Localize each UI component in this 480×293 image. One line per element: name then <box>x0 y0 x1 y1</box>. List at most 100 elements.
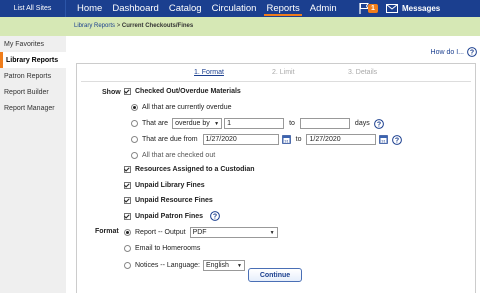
help-icon: ? <box>467 47 477 57</box>
notices-option[interactable]: Notices -- Language: English ▼ <box>124 260 245 271</box>
custodian-option[interactable]: Resources Assigned to a Custodian <box>124 166 255 173</box>
calendar-icon[interactable]: 31 <box>281 135 291 144</box>
how-do-i-link[interactable]: How do I... ? <box>431 47 477 57</box>
patron-fines-checkbox[interactable] <box>124 212 131 220</box>
sidebar-item-report-manager[interactable]: Report Manager <box>0 100 66 116</box>
custodian-label: Resources Assigned to a Custodian <box>135 166 255 173</box>
output-format-value: PDF <box>192 229 207 236</box>
language-select[interactable]: English ▼ <box>202 260 245 271</box>
overdue-all-option[interactable]: All that are currently overdue <box>131 104 232 111</box>
continue-button[interactable]: Continue <box>248 268 302 282</box>
all-checked-out-label: All that are checked out <box>142 152 216 159</box>
due-range-radio[interactable] <box>131 136 138 143</box>
sidebar-item-library-reports[interactable]: Library Reports <box>0 52 66 68</box>
dropdown-arrow-icon: ▼ <box>214 120 220 127</box>
nav-admin[interactable]: Admin <box>310 0 337 17</box>
overdue-from-input[interactable]: 1 <box>224 118 285 129</box>
checked-out-label: Checked Out/Overdue Materials <box>135 88 241 95</box>
breadcrumb-library-reports[interactable]: Library Reports <box>74 23 115 29</box>
nav-reports[interactable]: Reports <box>264 0 303 17</box>
list-all-sites-button[interactable]: List All Sites <box>0 0 66 17</box>
notifications[interactable]: 1 <box>358 2 378 14</box>
nav-home[interactable]: Home <box>77 0 102 17</box>
output-format-select[interactable]: PDF ▼ <box>189 227 278 238</box>
help-icon[interactable]: ? <box>210 211 220 221</box>
messages-link[interactable]: Messages <box>386 2 440 15</box>
wizard-steps: 1. Format 2. Limit 3. Details <box>77 69 475 81</box>
overdue-range-option[interactable]: That are overdue by ▼ 1 to days ? <box>131 118 384 129</box>
messages-label: Messages <box>402 4 441 13</box>
checked-out-checkbox[interactable] <box>124 88 131 95</box>
sidebar-item-patron-reports[interactable]: Patron Reports <box>0 68 66 84</box>
dropdown-arrow-icon: ▼ <box>237 262 242 269</box>
custodian-checkbox[interactable] <box>124 166 131 173</box>
email-homerooms-option[interactable]: Email to Homerooms <box>124 245 200 252</box>
sidebar: My Favorites Library Reports Patron Repo… <box>0 36 66 293</box>
report-options-panel: 1. Format 2. Limit 3. Details Show Check… <box>76 63 476 293</box>
help-icon[interactable]: ? <box>392 134 403 145</box>
svg-text:?: ? <box>213 213 217 220</box>
report-output-label: Report -- Output <box>135 229 186 236</box>
main-content: How do I... ? 1. Format 2. Limit 3. Deta… <box>66 36 480 293</box>
breadcrumb-separator: > <box>116 23 121 29</box>
email-homerooms-radio[interactable] <box>124 245 131 252</box>
to-label: to <box>295 136 302 143</box>
due-from-label: That are due from <box>142 136 198 143</box>
format-label: Format <box>95 228 119 235</box>
resource-fines-checkbox[interactable] <box>124 197 131 204</box>
calendar-icon[interactable]: 31 <box>379 135 389 144</box>
notices-label: Notices -- Language: <box>135 262 200 269</box>
due-range-option[interactable]: That are due from 1/27/2020 31 to 1/27/2… <box>131 134 403 145</box>
due-from-date-input[interactable]: 1/27/2020 <box>202 134 279 145</box>
svg-text:?: ? <box>395 137 399 144</box>
steps-divider <box>81 81 471 82</box>
library-fines-checkbox[interactable] <box>124 182 131 189</box>
nav-catalog[interactable]: Catalog <box>169 0 202 17</box>
report-output-radio[interactable] <box>124 229 131 236</box>
all-checked-out-option[interactable]: All that are checked out <box>131 152 215 159</box>
all-checked-out-radio[interactable] <box>131 152 138 159</box>
breadcrumb-bar: Library Reports > Current Checkouts/Fine… <box>0 17 480 36</box>
email-homerooms-label: Email to Homerooms <box>135 245 201 252</box>
resource-fines-label: Unpaid Resource Fines <box>135 197 213 204</box>
overdue-all-radio[interactable] <box>131 104 138 111</box>
overdue-range-radio[interactable] <box>131 120 138 127</box>
step-details[interactable]: 3. Details <box>348 69 377 76</box>
nav-circulation[interactable]: Circulation <box>212 0 257 17</box>
help-icon[interactable]: ? <box>373 118 384 129</box>
step-format[interactable]: 1. Format <box>194 69 224 76</box>
notices-radio[interactable] <box>124 262 131 269</box>
to-label: to <box>289 120 295 127</box>
svg-text:?: ? <box>377 121 381 128</box>
overdue-type-select[interactable]: overdue by ▼ <box>172 118 223 129</box>
breadcrumb-current: Current Checkouts/Fines <box>121 23 194 29</box>
top-nav-bar: List All Sites Home Dashboard Catalog Ci… <box>0 0 480 17</box>
patron-fines-option[interactable]: Unpaid Patron Fines ? <box>124 211 220 221</box>
dropdown-arrow-icon: ▼ <box>269 229 275 236</box>
step-limit[interactable]: 2. Limit <box>272 69 295 76</box>
overdue-all-label: All that are currently overdue <box>142 104 232 111</box>
sidebar-item-my-favorites[interactable]: My Favorites <box>0 36 66 52</box>
svg-text:31: 31 <box>284 138 289 143</box>
sidebar-item-report-builder[interactable]: Report Builder <box>0 84 66 100</box>
resource-fines-option[interactable]: Unpaid Resource Fines <box>124 197 213 204</box>
svg-text:31: 31 <box>382 138 387 143</box>
show-label: Show <box>102 89 121 96</box>
patron-fines-label: Unpaid Patron Fines <box>135 212 204 220</box>
checked-out-option[interactable]: Checked Out/Overdue Materials <box>124 88 241 95</box>
how-do-i-label: How do I... <box>430 48 464 56</box>
breadcrumb: Library Reports > Current Checkouts/Fine… <box>74 23 193 29</box>
days-label: days <box>354 120 370 127</box>
that-are-label: That are <box>142 120 169 127</box>
overdue-type-value: overdue by <box>175 120 210 127</box>
notification-badge: 1 <box>368 3 378 13</box>
envelope-icon <box>386 4 398 13</box>
svg-text:?: ? <box>470 49 474 56</box>
overdue-to-input[interactable] <box>299 118 350 129</box>
library-fines-option[interactable]: Unpaid Library Fines <box>124 182 205 189</box>
report-output-option[interactable]: Report -- Output PDF ▼ <box>124 227 278 238</box>
language-value: English <box>205 262 229 269</box>
library-fines-label: Unpaid Library Fines <box>135 182 205 189</box>
due-to-date-input[interactable]: 1/27/2020 <box>306 134 377 145</box>
nav-dashboard[interactable]: Dashboard <box>112 0 158 17</box>
